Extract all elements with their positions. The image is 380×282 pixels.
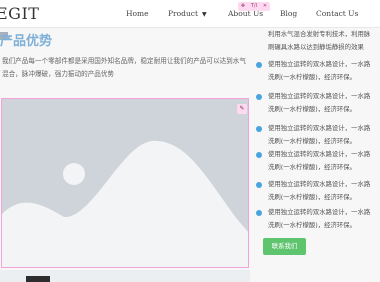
pencil-icon[interactable]: ✎ [237,104,247,114]
check-circle-icon [256,126,262,132]
feature-line-2: 洗刷(一水柠檬酸)，经济环保。 [268,163,357,171]
feature-line-1: 使用独立运转的双水路设计，一水路 [268,92,371,100]
feature-line-2: 洗刷(一水柠檬酸)，经济环保。 [268,105,357,113]
feature-text: 使用独立运转的双水路设计，一水路 洗刷(一水柠檬酸)，经济环保。 [268,148,380,174]
close-icon[interactable]: ✕ [263,2,267,11]
feature-text: 使用独立运转的双水路设计，一水路 洗刷(一水柠檬酸)，经济环保。 [268,58,380,84]
section-title: 产品优势 [0,34,53,49]
feature-line-1: 使用独立运转的双水路设计，一水路 [268,60,371,68]
right-intro-line-1: 利用水气混合发射专利技术，利用脉 [268,30,371,38]
nav-product-label: Product [168,9,198,18]
feature-line-1: 使用独立运转的双水路设计，一水路 [268,180,371,188]
feature-item: 使用独立运转的双水路设计，一水路 洗刷(一水柠檬酸)，经济环保。 [256,178,380,202]
feature-item: 使用独立运转的双水路设计，一水路 洗刷(一水柠檬酸)，经济环保。 [256,148,380,172]
feature-line-1: 使用独立运转的双水路设计，一水路 [268,124,371,132]
logo[interactable]: EGIT [0,4,39,23]
page: EGIT Home Product ▼ About Us Blog Contact… [0,0,380,282]
feature-item: 使用独立运转的双水路设计，一水路 洗刷(一水柠檬酸)，经济环保。 [256,58,380,82]
feature-line-1: 使用独立运转的双水路设计，一水路 [268,208,371,216]
image-placeholder-icon [2,99,248,267]
contact-us-button[interactable]: 联系我们 [263,238,306,255]
feature-item: 使用独立运转的双水路设计，一水路 洗刷(一水柠檬酸)，经济环保。 [256,206,380,230]
nav-contact-us[interactable]: Contact Us [316,9,358,18]
feature-line-1: 使用独立运转的双水路设计，一水路 [268,150,371,158]
chevron-down-icon: ▼ [202,11,207,18]
image-placeholder[interactable] [1,98,249,268]
right-intro: 利用水气混合发射专利技术，利用脉 刷碾具水路以达到静垢静损的效果 [268,28,380,54]
feature-line-2: 洗刷(一水柠檬酸)，经济环保。 [268,137,357,145]
element-toolbar[interactable]: ✥ T/I ✕ [238,2,270,11]
header: EGIT Home Product ▼ About Us Blog Contact… [0,0,380,28]
nav-home[interactable]: Home [126,9,149,18]
feature-line-2: 洗刷(一水柠檬酸)，经济环保。 [268,193,357,201]
check-circle-icon [256,182,262,188]
right-intro-line-2: 刷碾具水路以达到静垢静损的效果 [268,43,364,51]
nav-product[interactable]: Product ▼ [168,9,207,18]
toolbar-badge: T/I [250,3,258,9]
check-circle-icon [256,152,262,158]
move-icon[interactable]: ✥ [241,2,245,11]
feature-item: 使用独立运转的双水路设计，一水路 洗刷(一水柠檬酸)，经济环保。 [256,90,380,114]
check-circle-icon [256,210,262,216]
feature-line-2: 洗刷(一水柠檬酸)，经济环保。 [268,73,357,81]
feature-text: 使用独立运转的双水路设计，一水路 洗刷(一水柠檬酸)，经济环保。 [268,178,380,204]
section-intro: 我们产品每一个零部件都是采用国外知名品牌，稳定耐用让我们的产品可以达到水气混合，… [2,57,246,78]
check-circle-icon [256,62,262,68]
feature-text: 使用独立运转的双水路设计，一水路 洗刷(一水柠檬酸)，经济环保。 [268,90,380,116]
feature-text: 使用独立运转的双水路设计，一水路 洗刷(一水柠檬酸)，经济环保。 [268,122,380,148]
feature-text: 使用独立运转的双水路设计，一水路 洗刷(一水柠檬酸)，经济环保。 [268,206,380,232]
check-circle-icon [256,94,262,100]
footer-dark-block [26,276,50,282]
feature-item: 使用独立运转的双水路设计，一水路 洗刷(一水柠檬酸)，经济环保。 [256,122,380,146]
feature-line-2: 洗刷(一水柠檬酸)，经济环保。 [268,221,357,229]
nav-blog[interactable]: Blog [280,9,297,18]
